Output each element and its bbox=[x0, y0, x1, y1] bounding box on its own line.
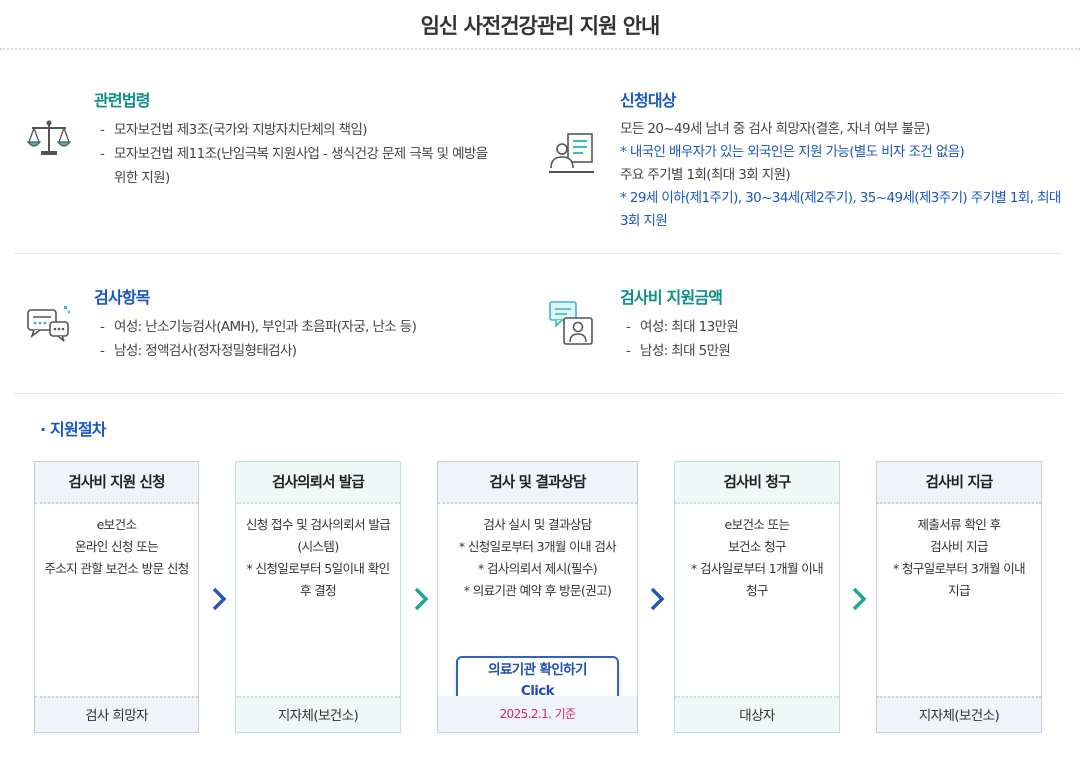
step-line: 후 결정 bbox=[299, 583, 337, 598]
step-line: * 검사일로부터 1개월 이내 bbox=[690, 561, 824, 576]
step-title: 검사비 지급 bbox=[877, 462, 1041, 504]
chevron-right-icon bbox=[411, 585, 431, 613]
title-divider bbox=[0, 48, 1080, 50]
chat-bubbles-icon bbox=[26, 304, 72, 348]
page-title: 임신 사전건강관리 지원 안내 bbox=[420, 14, 661, 38]
step-line: 제출서류 확인 후 bbox=[917, 517, 1001, 532]
chevron-right-icon bbox=[209, 585, 229, 613]
procedure-title: · 지원절차 bbox=[40, 420, 107, 439]
tests-item: 여성: 난소기능검사(AMH), 부인과 초음파(자궁, 난소 등) bbox=[94, 315, 534, 339]
step-line: e보건소 또는 bbox=[724, 517, 791, 532]
law-item-continued: 위한 지원) bbox=[114, 170, 170, 186]
tests-item: 남성: 정액검사(정자정밀형태검사) bbox=[94, 339, 534, 363]
step-card-apply: 검사비 지원 신청 e보건소 온라인 신청 또는 주소지 관할 보건소 방문 신… bbox=[34, 461, 199, 733]
step-line: 온라인 신청 또는 bbox=[74, 539, 159, 554]
law-section: 관련법령 모자보건법 제3조(국가와 지방자치단체의 책임) 모자보건법 제11… bbox=[94, 87, 534, 190]
chevron-right-icon bbox=[647, 585, 667, 613]
step-card-payment: 검사비 지급 제출서류 확인 후 검사비 지급 * 청구일로부터 3개월 이내 … bbox=[876, 461, 1042, 733]
section-divider bbox=[14, 253, 1062, 254]
scales-icon bbox=[26, 118, 72, 162]
law-item: 모자보건법 제11조(난임극복 지원사업 - 생식건강 문제 극복 및 예방을 bbox=[94, 142, 534, 166]
step-title: 검사 및 결과상담 bbox=[438, 462, 637, 504]
target-note: * 내국인 배우자가 있는 외국인은 지원 가능(별도 비자 조건 없음) bbox=[620, 144, 965, 160]
reference-date: 2025.2.1. 기준 bbox=[438, 696, 637, 732]
step-card-test: 검사 및 결과상담 검사 실시 및 결과상담 * 신청일로부터 3개월 이내 검… bbox=[437, 461, 638, 733]
button-label: 의료기관 확인하기 bbox=[488, 662, 587, 678]
section-divider bbox=[14, 393, 1062, 394]
step-title: 검사비 지원 신청 bbox=[35, 462, 198, 504]
step-line: * 신청일로부터 5일이내 확인 bbox=[246, 561, 390, 576]
step-line: 신청 접수 및 검사의뢰서 발급 bbox=[245, 517, 391, 532]
support-item: 남성: 최대 5만원 bbox=[620, 339, 1060, 363]
chevron-right-icon bbox=[849, 585, 869, 613]
target-section: 신청대상 모든 20~49세 남녀 중 검사 희망자(결혼, 자녀 여부 불문)… bbox=[620, 87, 1070, 233]
step-title: 검사비 청구 bbox=[675, 462, 839, 504]
step-line: 검사 실시 및 결과상담 bbox=[483, 517, 592, 532]
step-card-referral: 검사의뢰서 발급 신청 접수 및 검사의뢰서 발급 (시스템) * 신청일로부터… bbox=[235, 461, 401, 733]
target-note: * 29세 이하(제1주기), 30~34세(제2주기), 35~49세(제3주… bbox=[620, 190, 1061, 206]
target-line: 주요 주기별 1회(최대 3회 지원) bbox=[620, 167, 791, 183]
step-line: * 청구일로부터 3개월 이내 bbox=[892, 561, 1026, 576]
step-footer: 지자체(보건소) bbox=[236, 696, 400, 732]
target-heading: 신청대상 bbox=[620, 91, 676, 110]
step-line: 보건소 청구 bbox=[728, 539, 786, 554]
step-line: (시스템) bbox=[297, 539, 339, 554]
step-line: 지급 bbox=[948, 583, 970, 598]
step-line: * 의료기관 예약 후 방문(권고) bbox=[463, 583, 612, 598]
step-footer: 대상자 bbox=[675, 696, 839, 732]
step-line: 검사비 지급 bbox=[930, 539, 988, 554]
target-note: 3회 지원 bbox=[620, 213, 668, 229]
law-heading: 관련법령 bbox=[94, 91, 150, 110]
target-line: 모든 20~49세 남녀 중 검사 희망자(결혼, 자녀 여부 불문) bbox=[620, 121, 930, 137]
step-card-claim: 검사비 청구 e보건소 또는 보건소 청구 * 검사일로부터 1개월 이내 청구… bbox=[674, 461, 840, 733]
step-line: 청구 bbox=[746, 583, 768, 598]
applicant-document-icon bbox=[548, 132, 596, 180]
step-line: * 검사의뢰서 제시(필수) bbox=[477, 561, 598, 576]
consult-person-icon bbox=[548, 300, 596, 352]
law-item: 모자보건법 제3조(국가와 지방자치단체의 책임) bbox=[94, 118, 534, 142]
step-footer: 검사 희망자 bbox=[35, 696, 198, 732]
step-line: e보건소 bbox=[96, 517, 137, 532]
tests-heading: 검사항목 bbox=[94, 288, 150, 307]
step-footer: 지자체(보건소) bbox=[877, 696, 1041, 732]
step-title: 검사의뢰서 발급 bbox=[236, 462, 400, 504]
support-item: 여성: 최대 13만원 bbox=[620, 315, 1060, 339]
tests-section: 검사항목 여성: 난소기능검사(AMH), 부인과 초음파(자궁, 난소 등) … bbox=[94, 284, 534, 363]
step-line: 주소지 관할 보건소 방문 신청 bbox=[44, 561, 189, 576]
support-heading: 검사비 지원금액 bbox=[620, 288, 723, 307]
support-section: 검사비 지원금액 여성: 최대 13만원 남성: 최대 5만원 bbox=[620, 284, 1060, 363]
step-line: * 신청일로부터 3개월 이내 검사 bbox=[458, 539, 617, 554]
